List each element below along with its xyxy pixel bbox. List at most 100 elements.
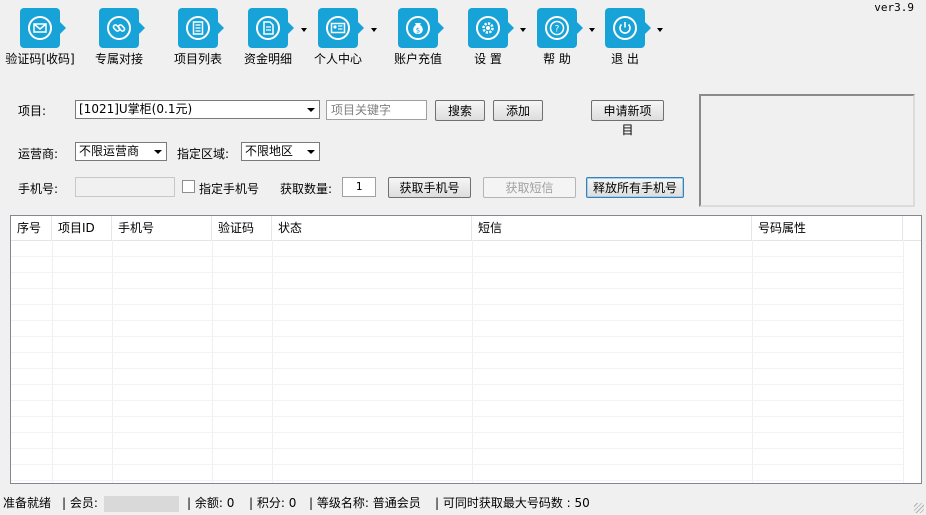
keyword-placeholder: 项目关键字 xyxy=(331,103,392,117)
preview-panel xyxy=(699,94,915,207)
chevron-down-icon xyxy=(307,108,315,112)
column-divider xyxy=(903,240,904,483)
release-all-phones-button[interactable]: 释放所有手机号 xyxy=(586,177,684,198)
help-icon: ? xyxy=(537,8,583,48)
phone-input[interactable] xyxy=(75,177,175,197)
toolbar-label: 退 出 xyxy=(611,52,639,66)
row-divider xyxy=(11,464,903,465)
column-divider xyxy=(212,240,213,483)
power-icon xyxy=(605,8,651,48)
status-member-label: | 会员: xyxy=(62,496,98,510)
phone-list-table[interactable]: 序号 项目ID 手机号 验证码 状态 短信 号码属性 xyxy=(10,215,922,484)
row-divider xyxy=(11,432,903,433)
row-divider xyxy=(11,368,903,369)
row-divider xyxy=(11,288,903,289)
specify-phone-label: 指定手机号 xyxy=(199,182,260,196)
resize-grip[interactable] xyxy=(914,503,924,513)
count-label: 获取数量: xyxy=(280,182,333,196)
chevron-down-icon[interactable] xyxy=(301,28,307,32)
version-label: ver3.9 xyxy=(874,1,914,14)
toolbar-label: 设 置 xyxy=(474,52,502,66)
project-select-value: [1021]U掌柜(0.1元) xyxy=(79,102,193,116)
row-divider xyxy=(11,448,903,449)
column-divider xyxy=(52,240,53,483)
status-ready: 准备就绪 xyxy=(3,496,52,510)
svg-text:$: $ xyxy=(416,27,420,35)
column-header-code[interactable]: 验证码 xyxy=(212,216,272,240)
member-name-redacted xyxy=(104,496,179,512)
column-header-sms[interactable]: 短信 xyxy=(472,216,752,240)
project-select[interactable]: [1021]U掌柜(0.1元) xyxy=(75,100,320,119)
chevron-down-icon[interactable] xyxy=(589,28,595,32)
column-divider xyxy=(272,240,273,483)
get-sms-button[interactable]: 获取短信 xyxy=(483,177,576,198)
table-header: 序号 项目ID 手机号 验证码 状态 短信 号码属性 xyxy=(11,216,921,241)
chevron-down-icon[interactable] xyxy=(371,28,377,32)
toolbar-button-exit[interactable]: 退 出 xyxy=(605,8,651,68)
row-divider xyxy=(11,272,903,273)
toolbar-label: 验证码[收码] xyxy=(5,52,75,66)
chevron-down-icon[interactable] xyxy=(520,28,526,32)
column-divider xyxy=(472,240,473,483)
status-points: | 积分: 0 xyxy=(249,496,297,510)
column-header-status[interactable]: 状态 xyxy=(272,216,472,240)
list-icon xyxy=(178,8,224,48)
region-select[interactable]: 不限地区 xyxy=(241,142,320,161)
column-divider xyxy=(112,240,113,483)
row-divider xyxy=(11,336,903,337)
toolbar-button-recharge[interactable]: $ 账户充值 xyxy=(394,8,444,68)
envelope-icon xyxy=(20,8,66,48)
region-label: 指定区域: xyxy=(177,147,230,161)
toolbar-label: 账户充值 xyxy=(393,52,442,66)
add-button[interactable]: 添加 xyxy=(493,100,543,121)
id-card-icon xyxy=(318,8,364,48)
toolbar-button-fund-details[interactable]: 资金明细 xyxy=(244,8,294,68)
status-bar: 准备就绪 | 会员: | 余额: 0 | 积分: 0 | 等级名称: 普通会员 … xyxy=(0,492,926,515)
row-divider xyxy=(11,400,903,401)
phone-label: 手机号: xyxy=(18,182,59,196)
project-keyword-input[interactable]: 项目关键字 xyxy=(326,100,427,120)
toolbar-button-project-list[interactable]: 项目列表 xyxy=(174,8,224,68)
carrier-select-value: 不限运营商 xyxy=(79,144,140,158)
column-header-number-attr[interactable]: 号码属性 xyxy=(752,216,903,240)
column-header-index[interactable]: 序号 xyxy=(11,216,52,240)
toolbar-button-settings[interactable]: 设 置 xyxy=(468,8,514,68)
row-divider xyxy=(11,384,903,385)
money-bag-icon: $ xyxy=(398,8,444,48)
gear-icon xyxy=(468,8,514,48)
toolbar-button-receive-code[interactable]: 验证码[收码] xyxy=(5,8,75,68)
region-select-value: 不限地区 xyxy=(245,144,294,158)
carrier-label: 运营商: xyxy=(18,147,59,161)
status-balance: | 余额: 0 xyxy=(187,496,235,510)
document-icon xyxy=(248,8,294,48)
toolbar-label: 项目列表 xyxy=(173,52,222,66)
column-header-project-id[interactable]: 项目ID xyxy=(52,216,112,240)
chevron-down-icon[interactable] xyxy=(657,28,663,32)
specify-phone-checkbox[interactable] xyxy=(182,180,195,193)
apply-new-project-button[interactable]: 申请新项目 xyxy=(591,100,664,137)
status-level: | 等级名称: 普通会员 xyxy=(309,496,421,510)
svg-text:?: ? xyxy=(555,25,560,35)
row-divider xyxy=(11,480,903,481)
toolbar-label: 资金明细 xyxy=(243,52,292,66)
row-divider xyxy=(11,416,903,417)
get-phone-button[interactable]: 获取手机号 xyxy=(388,177,471,198)
row-divider xyxy=(11,304,903,305)
toolbar-button-personal-center[interactable]: 个人中心 xyxy=(314,8,364,68)
link-icon xyxy=(99,8,145,48)
row-divider xyxy=(11,256,903,257)
status-max-numbers: | 可同时获取最大号码数 : 50 xyxy=(435,496,590,510)
row-divider xyxy=(11,352,903,353)
chevron-down-icon xyxy=(307,150,315,154)
search-button[interactable]: 搜索 xyxy=(435,100,485,121)
toolbar: 验证码[收码] 专属对接 项目列表 资金明细 个人中心 $ 账户充值 设 置 ?… xyxy=(0,0,926,70)
column-divider xyxy=(752,240,753,483)
row-divider xyxy=(11,320,903,321)
toolbar-button-help[interactable]: ? 帮 助 xyxy=(537,8,583,68)
toolbar-label: 专属对接 xyxy=(94,52,143,66)
column-header-phone[interactable]: 手机号 xyxy=(112,216,212,240)
toolbar-button-exclusive-docking[interactable]: 专属对接 xyxy=(95,8,145,68)
carrier-select[interactable]: 不限运营商 xyxy=(75,142,167,161)
project-label: 项目: xyxy=(18,104,47,118)
count-input[interactable]: 1 xyxy=(342,177,376,197)
